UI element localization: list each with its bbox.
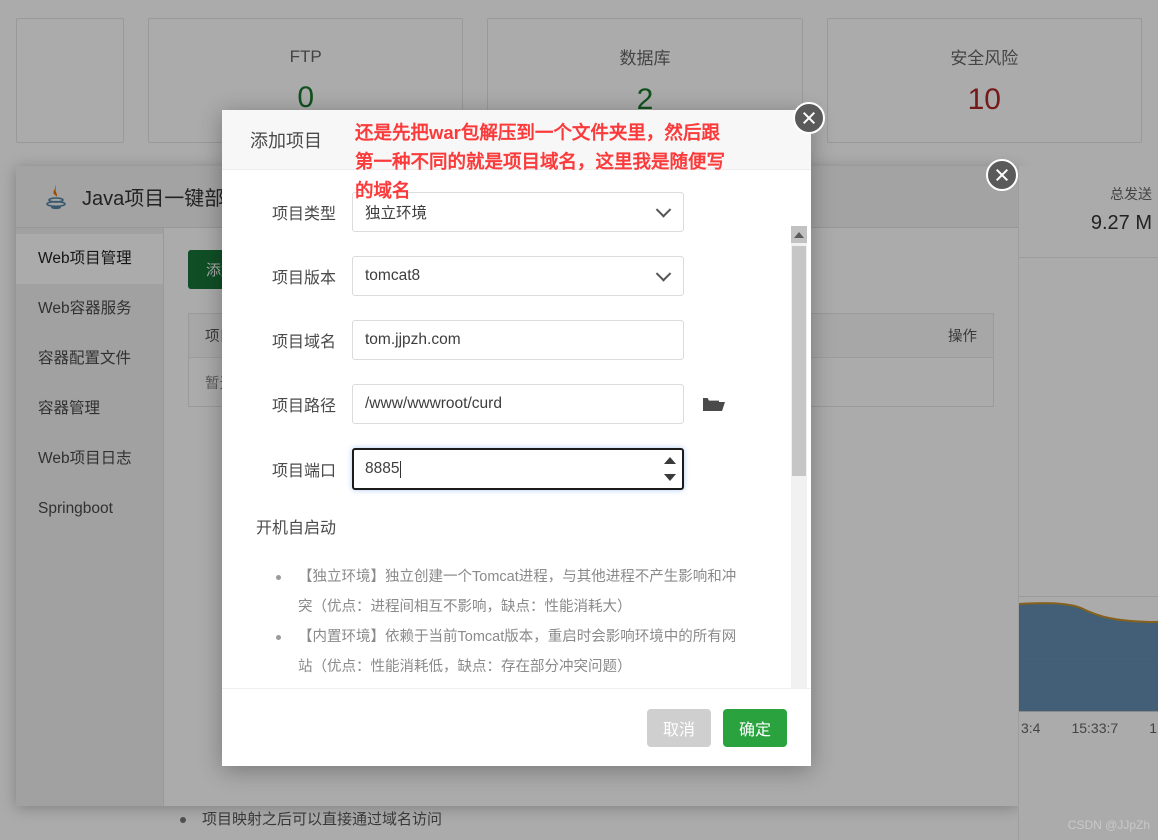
dialog-footer: 取消 确定: [222, 688, 811, 766]
scrollbar-up-button[interactable]: [791, 226, 807, 243]
field-row-project-type: 项目类型 独立环境: [222, 192, 785, 232]
project-type-select[interactable]: 独立环境: [352, 192, 684, 232]
project-port-input[interactable]: 8885: [352, 448, 684, 490]
project-path-value: /www/wwwroot/curd: [365, 395, 502, 412]
label-project-port: 项目端口: [271, 463, 336, 480]
dialog-notes-list: 【独立环境】独立创建一个Tomcat进程，与其他进程不产生影响和冲突（优点：进程…: [262, 562, 785, 688]
field-row-project-port: 项目端口 8885: [222, 448, 785, 490]
watermark: CSDN @JJpZh: [1067, 818, 1150, 832]
control-project-type: 独立环境: [352, 192, 684, 232]
project-type-value: 独立环境: [365, 205, 428, 222]
port-spinner[interactable]: [660, 452, 680, 486]
folder-icon[interactable]: [702, 394, 726, 414]
control-project-port: 8885: [352, 448, 684, 490]
add-project-dialog: 添加项目 项目类型 独立环境 项目版本 tomcat8 项目域名 tom.jjp…: [222, 110, 811, 766]
label-project-version: 项目版本: [271, 270, 336, 287]
dialog-scrollbar[interactable]: [791, 226, 807, 688]
control-project-domain: tom.jjpzh.com: [352, 320, 684, 360]
project-domain-input[interactable]: tom.jjpzh.com: [352, 320, 684, 360]
note-item: 项目版本:如需添加其它项目版本，请在版本管理中安装: [276, 682, 745, 688]
project-path-input[interactable]: /www/wwwroot/curd: [352, 384, 684, 424]
dialog-scroll-area[interactable]: 项目类型 独立环境 项目版本 tomcat8 项目域名 tom.jjpzh.co…: [222, 192, 811, 688]
field-row-project-path: 项目路径 /www/wwwroot/curd: [222, 384, 785, 424]
dialog-header: 添加项目: [222, 110, 811, 170]
project-version-value: tomcat8: [365, 267, 421, 284]
close-dialog-button[interactable]: [793, 102, 825, 134]
chevron-down-icon: [655, 266, 672, 282]
text-caret: [400, 460, 402, 478]
chevron-down-icon: [655, 202, 672, 218]
control-project-version: tomcat8: [352, 256, 684, 296]
spinner-down-icon[interactable]: [664, 474, 676, 481]
note-item: 【内置环境】依赖于当前Tomcat版本，重启时会影响环境中的所有网站（优点：性能…: [276, 622, 745, 682]
label-project-type: 项目类型: [271, 206, 336, 223]
close-window-button[interactable]: [986, 159, 1018, 191]
field-row-autostart: 开机自启动: [222, 514, 785, 538]
cancel-button[interactable]: 取消: [646, 708, 711, 747]
arrow-up-icon: [794, 231, 804, 238]
control-project-path: /www/wwwroot/curd: [352, 384, 726, 424]
confirm-button[interactable]: 确定: [722, 708, 787, 747]
dialog-title: 添加项目: [250, 130, 322, 151]
spinner-up-icon[interactable]: [664, 457, 676, 464]
scrollbar-thumb[interactable]: [792, 246, 806, 476]
label-project-domain: 项目域名: [271, 334, 336, 351]
label-autostart: 开机自启动: [255, 520, 336, 537]
project-port-value: 8885: [365, 460, 400, 477]
note-item: 【独立环境】独立创建一个Tomcat进程，与其他进程不产生影响和冲突（优点：进程…: [276, 562, 745, 622]
project-domain-value: tom.jjpzh.com: [365, 331, 461, 348]
field-row-project-version: 项目版本 tomcat8: [222, 256, 785, 296]
project-version-select[interactable]: tomcat8: [352, 256, 684, 296]
dialog-body: 项目类型 独立环境 项目版本 tomcat8 项目域名 tom.jjpzh.co…: [222, 170, 811, 688]
label-project-path: 项目路径: [271, 398, 336, 415]
field-row-project-domain: 项目域名 tom.jjpzh.com: [222, 320, 785, 360]
